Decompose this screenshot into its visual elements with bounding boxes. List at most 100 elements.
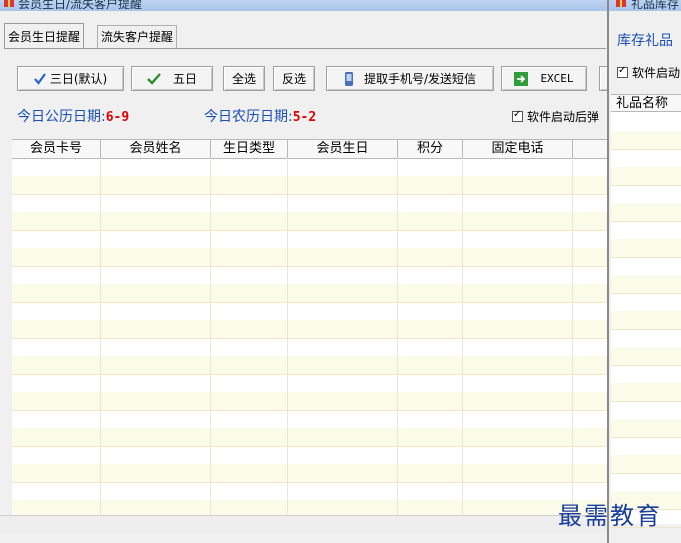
column-header-name[interactable]: 会员姓名 xyxy=(101,140,211,158)
send-sms-label: 提取手机号/发送短信 xyxy=(363,72,477,86)
table-row[interactable] xyxy=(12,230,607,249)
table-header: 会员卡号 会员姓名 生日类型 会员生日 积分 固定电话 xyxy=(12,139,607,159)
gift-stock-window: 礼品库存 库存礼品 软件启动 礼品名称 xyxy=(607,0,681,543)
invert-selection-button[interactable]: 反选 xyxy=(273,66,315,91)
gift-table-body xyxy=(611,113,681,528)
excel-label: EXCEL xyxy=(540,72,574,85)
gift-table[interactable]: 礼品名称 xyxy=(611,94,681,528)
table-row[interactable] xyxy=(611,365,681,384)
window-title: 会员生日/流失客户提醒 xyxy=(18,0,143,11)
table-row[interactable] xyxy=(12,446,607,465)
startup-label: 软件启动 xyxy=(632,66,681,80)
checkbox-box[interactable] xyxy=(512,109,523,122)
tab-lost-customer[interactable]: 流失客户提醒 xyxy=(97,25,178,48)
checkbox-box[interactable] xyxy=(617,65,628,78)
column-divider xyxy=(572,158,573,515)
table-row[interactable] xyxy=(12,320,607,339)
table-row[interactable] xyxy=(12,284,607,303)
table-row[interactable] xyxy=(611,167,681,186)
column-divider xyxy=(287,158,288,515)
table-row[interactable] xyxy=(611,437,681,456)
watermark: 最需教育 xyxy=(558,502,662,530)
birthday-reminder-window: 会员生日/流失客户提醒 会员生日提醒 流失客户提醒 三日(默认) 五日 全选 反… xyxy=(0,0,607,543)
table-row[interactable] xyxy=(611,203,681,222)
column-divider xyxy=(210,158,211,515)
table-row[interactable] xyxy=(611,257,681,276)
table-row[interactable] xyxy=(12,176,607,195)
table-row[interactable] xyxy=(12,248,607,267)
send-sms-button[interactable]: 提取手机号/发送短信 xyxy=(326,66,494,91)
horizontal-scrollbar[interactable] xyxy=(0,515,607,533)
table-row[interactable] xyxy=(12,212,607,231)
tab-birthday-reminder[interactable]: 会员生日提醒 xyxy=(4,23,85,48)
table-row[interactable] xyxy=(611,221,681,240)
table-row[interactable] xyxy=(12,428,607,447)
close-partial-button[interactable] xyxy=(599,66,607,91)
table-row[interactable] xyxy=(12,266,607,285)
column-header-birthday-type[interactable]: 生日类型 xyxy=(211,140,288,158)
select-all-button[interactable]: 全选 xyxy=(223,66,265,91)
tab-divider xyxy=(4,48,606,49)
table-row[interactable] xyxy=(611,311,681,330)
table-row[interactable] xyxy=(12,482,607,501)
table-body xyxy=(12,158,607,515)
column-divider xyxy=(397,158,398,515)
table-row[interactable] xyxy=(611,419,681,438)
five-days-label: 五日 xyxy=(172,72,197,86)
startup-popup-checkbox[interactable]: 软件启动后弹 xyxy=(512,108,599,125)
table-row[interactable] xyxy=(12,302,607,321)
column-header-points[interactable]: 积分 xyxy=(398,140,463,158)
check-icon xyxy=(147,72,161,85)
table-row[interactable] xyxy=(611,113,681,132)
check-icon xyxy=(33,72,46,85)
export-icon xyxy=(514,71,529,86)
column-header-gift-name[interactable]: 礼品名称 xyxy=(611,94,681,112)
gift-stock-heading: 库存礼品 xyxy=(617,33,673,49)
solar-date-label: 今日公历日期: xyxy=(17,109,106,125)
table-row[interactable] xyxy=(611,185,681,204)
table-row[interactable] xyxy=(611,329,681,348)
table-row[interactable] xyxy=(12,338,607,357)
table-row[interactable] xyxy=(611,383,681,402)
column-header-phone[interactable]: 固定电话 xyxy=(463,140,573,158)
title-bar[interactable]: 礼品库存 xyxy=(609,0,681,11)
lunar-date-label: 今日农历日期: xyxy=(204,109,293,125)
column-divider xyxy=(462,158,463,515)
three-days-button[interactable]: 三日(默认) xyxy=(17,66,124,91)
table-row[interactable] xyxy=(12,194,607,213)
table-row[interactable] xyxy=(611,455,681,474)
lunar-date-value: 5-2 xyxy=(292,110,317,125)
column-header-birthday[interactable]: 会员生日 xyxy=(288,140,398,158)
table-row[interactable] xyxy=(12,410,607,429)
phone-icon xyxy=(344,71,353,86)
table-row[interactable] xyxy=(611,293,681,312)
table-row[interactable] xyxy=(12,374,607,393)
table-row[interactable] xyxy=(611,401,681,420)
table-row[interactable] xyxy=(611,239,681,258)
column-header-card-no[interactable]: 会员卡号 xyxy=(12,140,101,158)
table-row[interactable] xyxy=(12,464,607,483)
table-row[interactable] xyxy=(12,356,607,375)
three-days-label: 三日(默认) xyxy=(49,72,108,86)
table-row[interactable] xyxy=(611,275,681,294)
lunar-date: 今日农历日期:5-2 xyxy=(204,106,316,126)
table-row[interactable] xyxy=(12,500,607,515)
excel-export-button[interactable]: EXCEL xyxy=(501,66,587,91)
table-row[interactable] xyxy=(611,473,681,492)
solar-date: 今日公历日期:6-9 xyxy=(17,106,129,126)
startup-popup-label: 软件启动后弹 xyxy=(527,110,600,124)
table-row[interactable] xyxy=(611,347,681,366)
table-row[interactable] xyxy=(12,158,607,177)
five-days-button[interactable]: 五日 xyxy=(131,66,213,91)
solar-date-value: 6-9 xyxy=(105,110,130,125)
gift-icon xyxy=(4,0,14,7)
window-title: 礼品库存 xyxy=(631,0,680,11)
table-row[interactable] xyxy=(611,131,681,150)
title-bar[interactable]: 会员生日/流失客户提醒 xyxy=(0,0,607,11)
column-divider xyxy=(100,158,101,515)
member-birthday-table[interactable]: 会员卡号 会员姓名 生日类型 会员生日 积分 固定电话 xyxy=(12,139,607,515)
gift-icon xyxy=(616,0,626,7)
table-row[interactable] xyxy=(12,392,607,411)
startup-checkbox[interactable]: 软件启动 xyxy=(617,64,680,81)
table-row[interactable] xyxy=(611,149,681,168)
